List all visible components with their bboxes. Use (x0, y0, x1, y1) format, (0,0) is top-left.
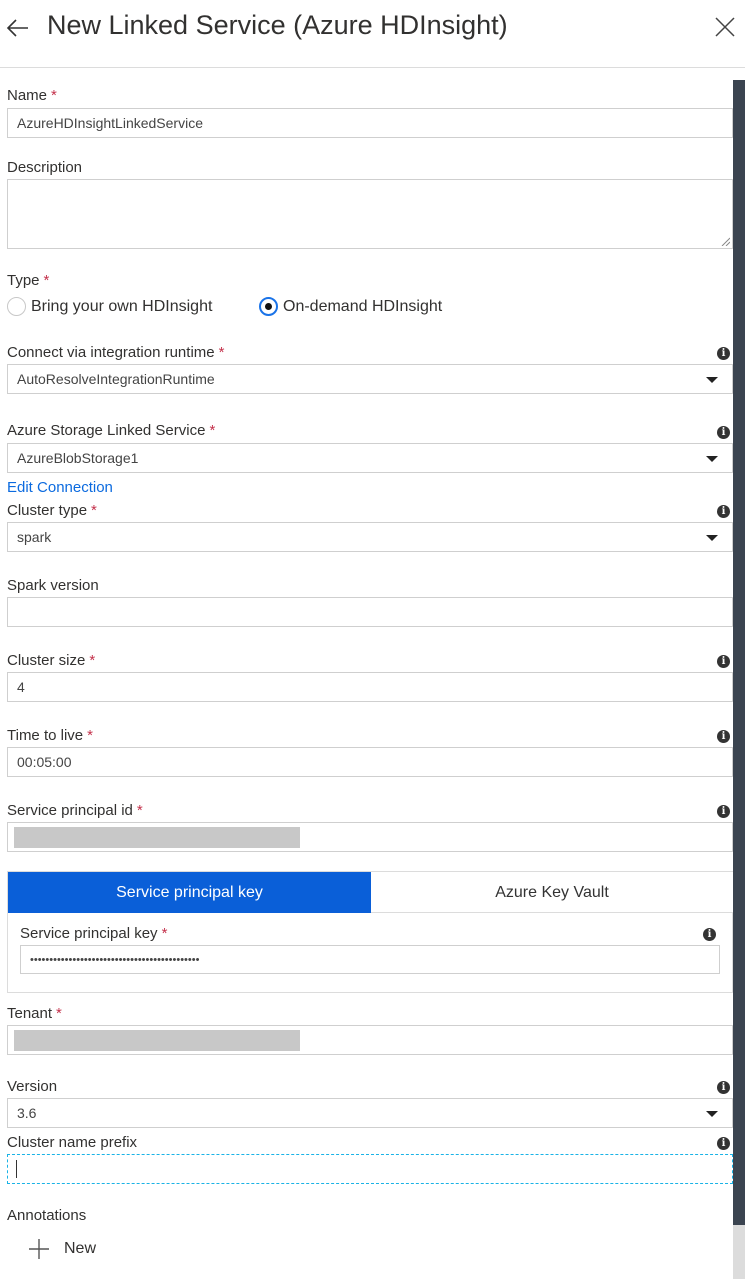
service-principal-id-label: Service principal id * (7, 802, 143, 819)
add-annotation-button[interactable]: New (28, 1238, 96, 1260)
info-icon[interactable]: i (717, 1137, 730, 1150)
radio-on-demand[interactable]: On-demand HDInsight (259, 297, 442, 316)
info-icon[interactable]: i (717, 1081, 730, 1094)
radio-unchecked-icon (7, 297, 26, 316)
redacted-value (14, 1030, 300, 1051)
cluster-name-prefix-input[interactable] (7, 1154, 733, 1184)
tab-service-principal-key[interactable]: Service principal key (8, 872, 371, 913)
description-textarea[interactable] (7, 179, 733, 249)
info-icon[interactable]: i (717, 805, 730, 818)
service-principal-key-input[interactable]: ••••••••••••••••••••••••••••••••••••••••… (20, 945, 720, 974)
spark-version-label: Spark version (7, 577, 99, 594)
description-label: Description (7, 159, 83, 176)
scrollbar-thumb[interactable] (733, 80, 745, 1225)
tenant-input[interactable] (7, 1025, 733, 1055)
cluster-size-input[interactable]: 4 (7, 672, 733, 702)
cluster-size-label: Cluster size * (7, 652, 96, 669)
panel-title: New Linked Service (Azure HDInsight) (47, 10, 508, 40)
chevron-down-icon (706, 535, 718, 541)
time-to-live-label: Time to live * (7, 727, 93, 744)
info-icon[interactable]: i (717, 505, 730, 518)
info-icon[interactable]: i (717, 730, 730, 743)
credential-tab-panel: Service principal key Azure Key Vault Se… (7, 871, 733, 993)
radio-bring-your-own[interactable]: Bring your own HDInsight (7, 297, 212, 316)
name-input[interactable]: AzureHDInsightLinkedService (7, 108, 733, 138)
tenant-label: Tenant * (7, 1005, 62, 1022)
service-principal-key-label: Service principal key * (20, 925, 168, 942)
storage-linked-service-label: Azure Storage Linked Service * (7, 422, 216, 439)
cluster-type-select[interactable]: spark (7, 522, 733, 552)
arrow-left-icon[interactable] (4, 14, 32, 42)
chevron-down-icon (706, 456, 718, 462)
integration-runtime-select[interactable]: AutoResolveIntegrationRuntime (7, 364, 733, 394)
redacted-value (14, 827, 300, 848)
version-label: Version (7, 1078, 58, 1095)
plus-icon (29, 1239, 49, 1259)
annotations-label: Annotations (7, 1207, 87, 1224)
tab-azure-key-vault[interactable]: Azure Key Vault (371, 872, 733, 913)
info-icon[interactable]: i (703, 928, 716, 941)
cluster-type-label: Cluster type * (7, 502, 97, 519)
panel-header: New Linked Service (Azure HDInsight) (0, 0, 745, 68)
spark-version-input[interactable] (7, 597, 733, 627)
type-label: Type * (7, 272, 50, 289)
storage-linked-service-select[interactable]: AzureBlobStorage1 (7, 443, 733, 473)
name-value: AzureHDInsightLinkedService (17, 115, 203, 131)
resize-grip-icon[interactable] (720, 236, 730, 246)
version-select[interactable]: 3.6 (7, 1098, 733, 1128)
integration-runtime-label: Connect via integration runtime * (7, 344, 225, 361)
chevron-down-icon (706, 1111, 718, 1117)
radio-checked-icon (259, 297, 278, 316)
cluster-name-prefix-label: Cluster name prefix (7, 1134, 138, 1151)
edit-connection-link[interactable]: Edit Connection (7, 479, 113, 496)
info-icon[interactable]: i (717, 426, 730, 439)
chevron-down-icon (706, 377, 718, 383)
time-to-live-input[interactable]: 00:05:00 (7, 747, 733, 777)
info-icon[interactable]: i (717, 347, 730, 360)
text-cursor (16, 1160, 17, 1178)
name-label: Name * (7, 87, 57, 104)
form-content: Name * AzureHDInsightLinkedService Descri… (0, 68, 733, 1279)
info-icon[interactable]: i (717, 655, 730, 668)
close-icon[interactable] (713, 15, 737, 39)
service-principal-id-input[interactable] (7, 822, 733, 852)
